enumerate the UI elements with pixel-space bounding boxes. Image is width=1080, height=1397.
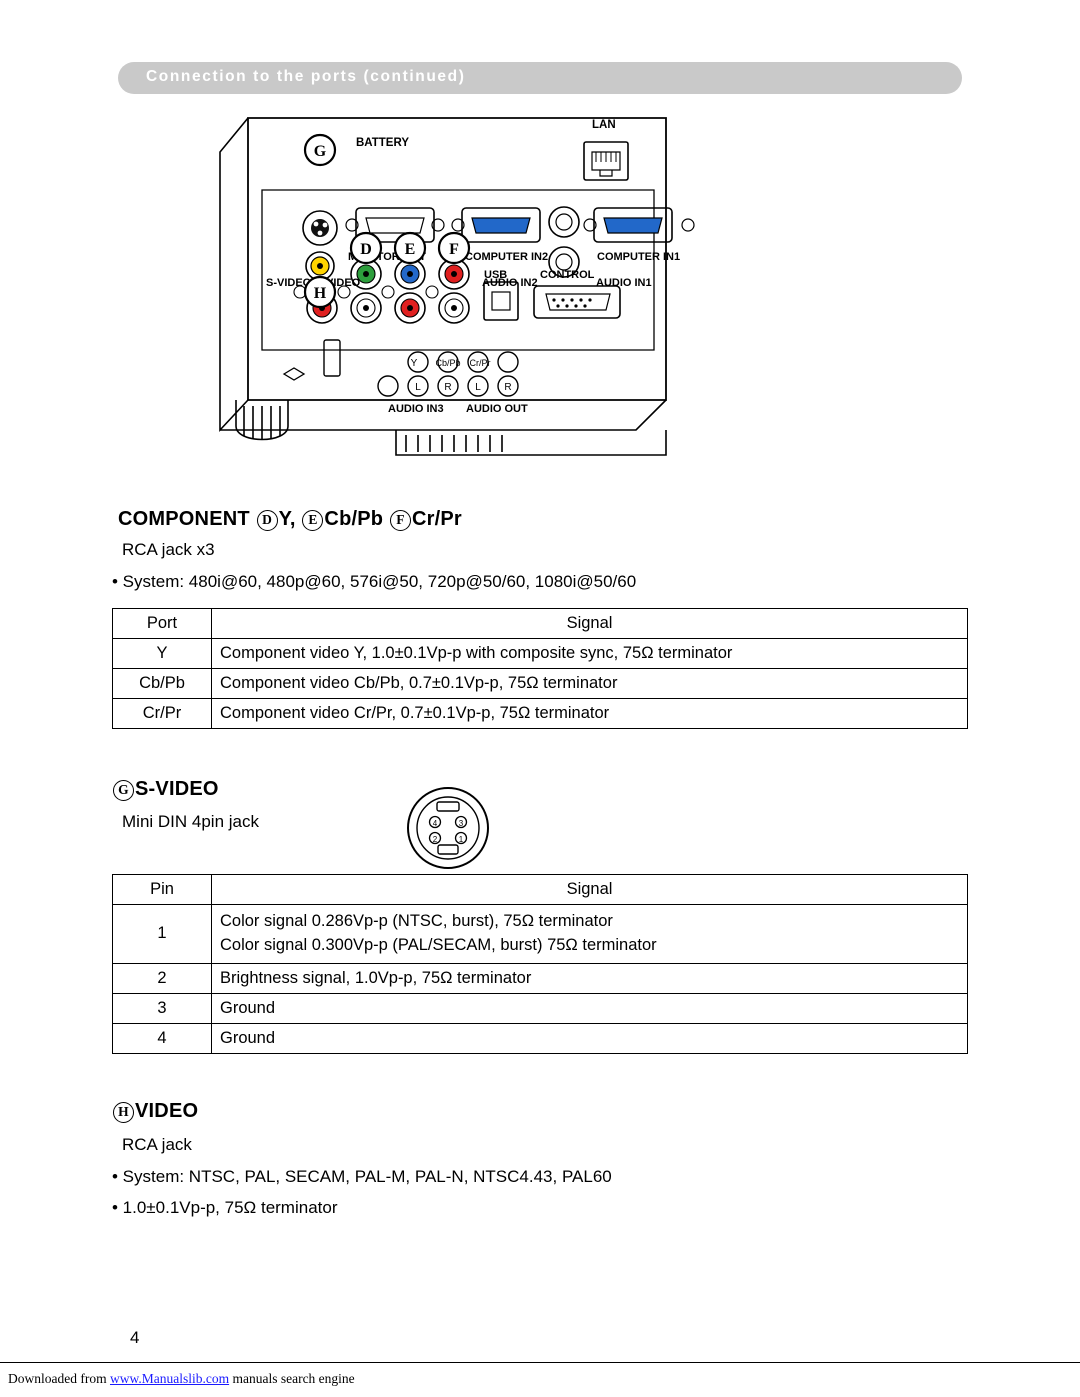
label-l1: L: [415, 382, 421, 393]
svideo-row1-line1: Color signal 0.286Vp-p (NTSC, burst), 75…: [220, 912, 613, 930]
label-computer-in1: COMPUTER IN1: [597, 251, 680, 263]
svideo-row2-pin: 2: [112, 962, 212, 994]
label-lan: LAN: [592, 119, 616, 131]
component-label-crpr: Cr/Pr: [411, 508, 462, 530]
svideo-table: Pin Signal 1 Color signal 0.286Vp-p (NTS…: [112, 874, 968, 1054]
callout-d: D: [360, 241, 372, 258]
page-header-banner: Connection to the ports (continued): [118, 62, 962, 94]
callout-g: G: [314, 143, 327, 160]
label-l2: L: [475, 382, 481, 393]
manualslib-link[interactable]: www.Manualslib.com: [110, 1371, 229, 1386]
svideo-row1-pin: 1: [112, 904, 212, 964]
svideo-header-pin: Pin: [112, 874, 212, 905]
footer-download-note: Downloaded from www.Manualslib.com manua…: [8, 1371, 355, 1387]
component-letter-f: F: [389, 510, 411, 531]
page-header-title: Connection to the ports (continued): [146, 68, 466, 85]
component-row-y-signal: Component video Y, 1.0±0.1Vp-p with comp…: [211, 638, 968, 669]
component-letter-d: D: [256, 510, 278, 531]
callout-h: H: [314, 285, 327, 302]
svideo-jack-text: Mini DIN 4pin jack: [122, 812, 259, 831]
table-row: Cb/Pb Component video Cb/Pb, 0.7±0.1Vp-p…: [112, 668, 968, 699]
table-row: Y Component video Y, 1.0±0.1Vp-p with co…: [112, 638, 968, 669]
video-system-text: • System: NTSC, PAL, SECAM, PAL-M, PAL-N…: [112, 1167, 612, 1186]
label-r1: R: [444, 382, 451, 393]
component-label-y: Y,: [278, 508, 296, 530]
svideo-title-text: S-VIDEO: [135, 778, 219, 800]
label-audio-in1: AUDIO IN1: [596, 277, 652, 289]
component-row-cbpb-signal: Component video Cb/Pb, 0.7±0.1Vp-p, 75Ω …: [211, 668, 968, 699]
svideo-section-title: G S-VIDEO: [112, 778, 219, 801]
label-crpr: Cr/Pr: [470, 358, 491, 368]
svideo-row3-pin: 3: [112, 992, 212, 1024]
svideo-row3-signal: Ground: [211, 992, 968, 1024]
svideo-header-signal: Signal: [211, 874, 968, 905]
table-row: 2 Brightness signal, 1.0Vp-p, 75Ω termin…: [112, 962, 968, 994]
table-header-row: Port Signal: [112, 608, 968, 639]
component-row-crpr-port: Cr/Pr: [112, 698, 212, 729]
label-battery: BATTERY: [356, 137, 409, 149]
svideo-pin-3: 3: [459, 819, 464, 828]
component-table: Port Signal Y Component video Y, 1.0±0.1…: [112, 608, 968, 729]
label-computer-in2: COMPUTER IN2: [465, 251, 548, 263]
video-jack-text: RCA jack: [122, 1135, 192, 1154]
label-control: CONTROL: [540, 269, 595, 281]
table-row: Cr/Pr Component video Cr/Pr, 0.7±0.1Vp-p…: [112, 698, 968, 729]
video-section-title: H VIDEO: [112, 1100, 198, 1123]
component-letter-e: E: [302, 510, 324, 531]
label-r2: R: [504, 382, 511, 393]
label-audio-in3: AUDIO IN3: [388, 403, 444, 415]
table-row: 4 Ground: [112, 1022, 968, 1054]
table-row: 1 Color signal 0.286Vp-p (NTSC, burst), …: [112, 904, 968, 964]
footer-divider: [0, 1362, 1080, 1363]
component-label-cbpb: Cb/Pb: [324, 508, 384, 530]
svideo-row1-line2: Color signal 0.300Vp-p (PAL/SECAM, burst…: [220, 935, 657, 954]
label-usb-2: USB: [484, 269, 507, 281]
component-header-signal: Signal: [211, 608, 968, 639]
table-header-row: Pin Signal: [112, 874, 968, 905]
svideo-pin-4: 4: [433, 819, 438, 828]
projector-ports-illustration: BATTERY LAN COMPUTER IN2 COMPUTER IN1 MO…: [196, 100, 776, 480]
label-cbpb: Cb/Pb: [435, 358, 460, 368]
svideo-row2-signal: Brightness signal, 1.0Vp-p, 75Ω terminat…: [211, 962, 968, 994]
footer-prefix: Downloaded from: [8, 1371, 110, 1386]
component-title-prefix: COMPONENT: [118, 508, 256, 530]
component-row-cbpb-port: Cb/Pb: [112, 668, 212, 699]
component-row-crpr-signal: Component video Cr/Pr, 0.7±0.1Vp-p, 75Ω …: [211, 698, 968, 729]
footer-suffix: manuals search engine: [229, 1371, 355, 1386]
component-header-port: Port: [112, 608, 212, 639]
svideo-row4-pin: 4: [112, 1022, 212, 1054]
video-letter-h: H: [113, 1102, 134, 1123]
svideo-pin-1: 1: [459, 835, 464, 844]
component-system-text: • System: 480i@60, 480p@60, 576i@50, 720…: [112, 572, 637, 591]
svideo-row4-signal: Ground: [211, 1022, 968, 1054]
component-row-y-port: Y: [112, 638, 212, 669]
callout-f: F: [449, 241, 459, 258]
video-title-text: VIDEO: [135, 1100, 199, 1122]
video-spec-text: • 1.0±0.1Vp-p, 75Ω terminator: [112, 1198, 338, 1217]
callout-e: E: [405, 241, 416, 258]
page-number: 4: [130, 1328, 140, 1347]
label-audio-out: AUDIO OUT: [466, 403, 528, 415]
table-row: 3 Ground: [112, 992, 968, 1024]
svideo-mini-din-jack-diagram: 4 3 2 1: [402, 782, 494, 874]
label-y: Y: [411, 358, 418, 369]
svideo-row1-signal: Color signal 0.286Vp-p (NTSC, burst), 75…: [211, 904, 968, 964]
component-section-title: COMPONENT D Y, E Cb/Pb F Cr/Pr: [118, 508, 462, 531]
svideo-letter-g: G: [113, 780, 134, 801]
svideo-pin-2: 2: [433, 835, 438, 844]
component-jack-text: RCA jack x3: [122, 540, 215, 559]
